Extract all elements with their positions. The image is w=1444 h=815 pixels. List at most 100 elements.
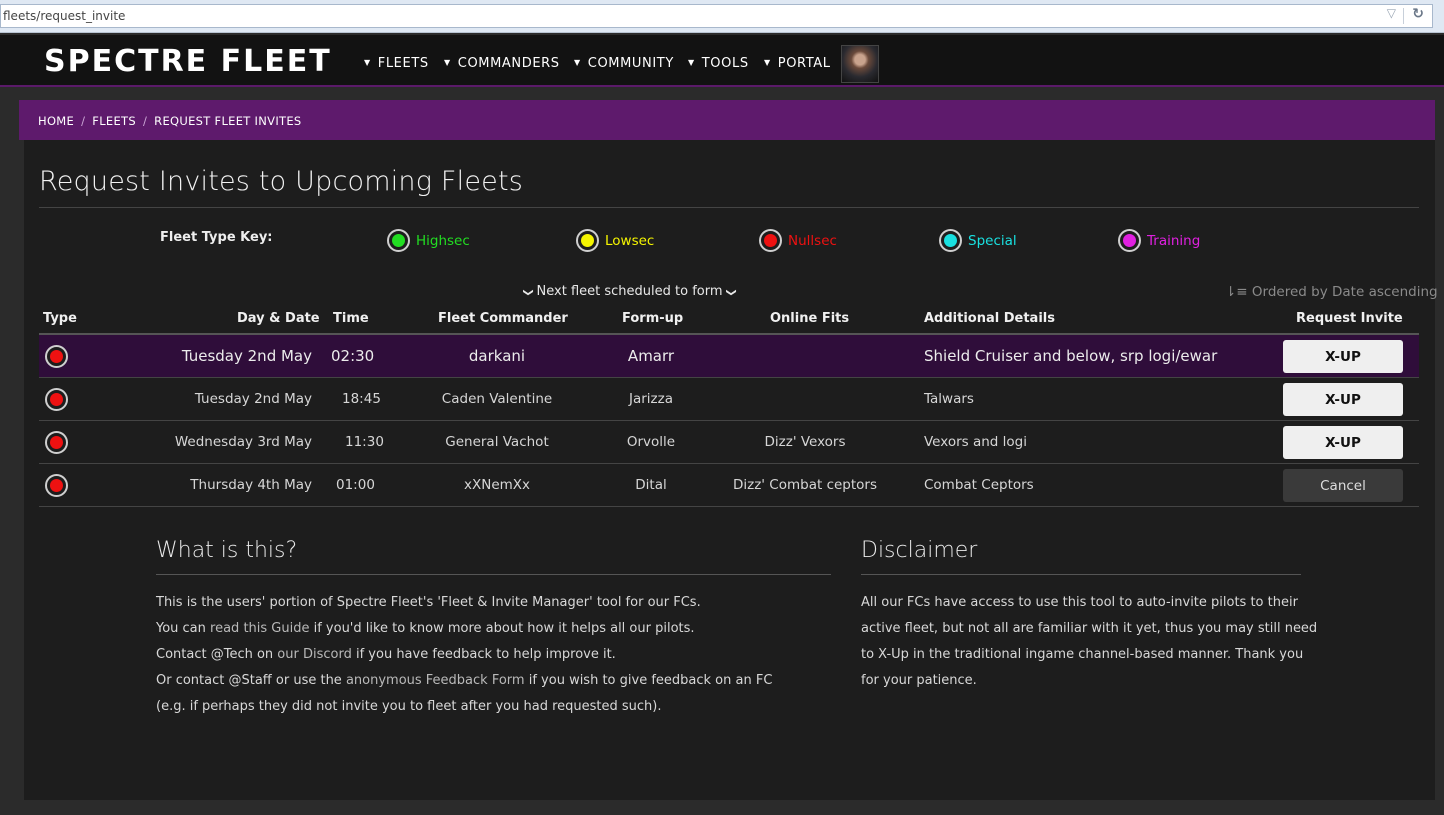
- body-line: for your patience.: [861, 673, 977, 688]
- col-header-type: Type: [43, 311, 77, 326]
- key-lowsec: Lowsec: [576, 229, 654, 252]
- breadcrumb-separator: /: [81, 114, 86, 128]
- site-logo[interactable]: SPECTRE FLEET: [44, 44, 332, 79]
- divider: [1403, 8, 1404, 24]
- nullsec-dot-icon: [759, 229, 782, 252]
- nullsec-dot-icon: [45, 388, 68, 411]
- reload-icon[interactable]: ↻: [1412, 6, 1424, 22]
- breadcrumb-home[interactable]: HOME: [38, 114, 74, 128]
- nullsec-dot-icon: [45, 345, 68, 368]
- highsec-dot-icon: [387, 229, 410, 252]
- browser-address-bar: fleets/request_invite ▽ ↻: [0, 0, 1444, 33]
- body-line: active fleet, but not all are familiar w…: [861, 621, 1318, 636]
- cell-details: Talwars: [924, 391, 974, 407]
- caret-down-icon: ▼: [364, 58, 371, 67]
- caret-down-icon: ▼: [444, 58, 451, 67]
- col-header-date: Day & Date: [237, 311, 320, 326]
- nav-item-community[interactable]: ▼ COMMUNITY: [574, 56, 674, 71]
- avatar[interactable]: [841, 45, 879, 83]
- col-header-invite: Request Invite: [1296, 311, 1403, 326]
- col-header-details: Additional Details: [924, 311, 1055, 326]
- table-row: Wednesday 3rd May 11:30 General Vachot O…: [39, 421, 1419, 464]
- section-divider: [861, 574, 1301, 575]
- cell-fc: xXNemXx: [463, 477, 531, 493]
- caret-down-icon: ▼: [574, 58, 581, 67]
- caret-down-icon: ▼: [764, 58, 771, 67]
- nullsec-dot-icon: [45, 474, 68, 497]
- breadcrumb-separator: /: [142, 114, 148, 128]
- cell-time: 18:45: [342, 391, 381, 407]
- cell-date: Thursday 4th May: [190, 477, 312, 493]
- col-header-formup: Form-up: [622, 311, 684, 326]
- cancel-button[interactable]: Cancel: [1283, 469, 1403, 502]
- table-row: Tuesday 2nd May 18:45 Caden Valentine Ja…: [39, 378, 1419, 421]
- url-field[interactable]: fleets/request_invite ▽ ↻: [0, 4, 1433, 28]
- table-row: Thursday 4th May 01:00 xXNemXx Dital Diz…: [39, 464, 1419, 507]
- cell-fits[interactable]: Dizz' Combat ceptors: [733, 477, 877, 493]
- url-text[interactable]: fleets/request_invite: [3, 9, 125, 23]
- col-header-fits: Online Fits: [770, 311, 850, 326]
- breadcrumb: HOME / FLEETS / REQUEST FLEET INVITES: [38, 114, 302, 128]
- title-divider: [39, 207, 1419, 208]
- sort-order-label[interactable]: ⇂≡ Ordered by Date ascending: [1225, 284, 1438, 300]
- breadcrumb-bar: HOME / FLEETS / REQUEST FLEET INVITES: [19, 100, 1435, 140]
- cell-fc: Caden Valentine: [441, 391, 553, 407]
- breadcrumb-current: REQUEST FLEET INVITES: [154, 114, 302, 128]
- cell-formup: Orvolle: [626, 434, 676, 450]
- breadcrumb-fleets[interactable]: FLEETS: [92, 114, 136, 128]
- caret-down-icon: ▼: [688, 58, 695, 67]
- xup-button[interactable]: X-UP: [1283, 340, 1403, 373]
- cell-details: Shield Cruiser and below, srp logi/ewar: [924, 347, 1218, 365]
- discord-link[interactable]: our Discord: [277, 647, 352, 662]
- nullsec-dot-icon: [45, 431, 68, 454]
- nav-item-fleets[interactable]: ▼ FLEETS: [364, 56, 429, 71]
- body-line: You can read this Guide if you'd like to…: [156, 621, 695, 636]
- disclaimer-body: All our FCs have access to use this tool…: [861, 590, 1317, 694]
- table-row: Tuesday 2nd May 02:30 darkani Amarr Shie…: [39, 335, 1419, 378]
- chevron-down-icon[interactable]: ▽: [1387, 6, 1396, 20]
- nav-item-tools[interactable]: ▼ TOOLS: [688, 56, 749, 71]
- cell-time: 02:30: [331, 347, 375, 365]
- cell-fc: darkani: [468, 347, 526, 365]
- cell-time: 01:00: [336, 477, 375, 493]
- body-line: This is the users' portion of Spectre Fl…: [156, 595, 701, 610]
- next-fleet-link[interactable]: ❯ Next fleet scheduled to form ❯: [522, 284, 737, 299]
- cell-time: 11:30: [345, 434, 384, 450]
- nav-item-commanders[interactable]: ▼ COMMANDERS: [444, 56, 560, 71]
- chevron-down-icon: ❯: [725, 288, 737, 297]
- top-navbar: SPECTRE FLEET ▼ FLEETS ▼ COMMANDERS ▼ COMMU…: [0, 35, 1444, 87]
- body-line: Or contact @Staff or use the anonymous F…: [156, 673, 773, 688]
- chevron-down-icon: ❯: [522, 288, 534, 297]
- cell-formup: Jarizza: [628, 391, 674, 407]
- cell-date: Tuesday 2nd May: [194, 391, 312, 407]
- sort-icon: ⇂≡: [1225, 284, 1248, 300]
- what-is-this-body: This is the users' portion of Spectre Fl…: [156, 590, 772, 720]
- body-line: Contact @Tech on our Discord if you have…: [156, 647, 616, 662]
- fleet-type-key-label: Fleet Type Key:: [160, 230, 273, 245]
- cell-formup: Dital: [635, 477, 667, 493]
- page-title: Request Invites to Upcoming Fleets: [39, 166, 524, 197]
- feedback-form-link[interactable]: anonymous Feedback Form: [346, 673, 525, 688]
- lowsec-dot-icon: [576, 229, 599, 252]
- training-dot-icon: [1118, 229, 1141, 252]
- cell-fc: General Vachot: [445, 434, 549, 450]
- xup-button[interactable]: X-UP: [1283, 426, 1403, 459]
- cell-details: Combat Ceptors: [924, 477, 1034, 493]
- col-header-fc: Fleet Commander: [438, 311, 568, 326]
- section-divider: [156, 574, 831, 575]
- nav-item-portal[interactable]: ▼ PORTAL: [764, 56, 831, 71]
- body-line: All our FCs have access to use this tool…: [861, 595, 1298, 610]
- disclaimer-title: Disclaimer: [861, 538, 978, 563]
- cell-formup: Amarr: [627, 347, 675, 365]
- body-line: to X-Up in the traditional ingame channe…: [861, 647, 1304, 662]
- guide-link[interactable]: read this Guide: [210, 621, 309, 636]
- cell-fits[interactable]: Dizz' Vexors: [765, 434, 846, 450]
- key-training: Training: [1118, 229, 1200, 252]
- xup-button[interactable]: X-UP: [1283, 383, 1403, 416]
- cell-date: Wednesday 3rd May: [174, 434, 312, 450]
- col-header-time: Time: [333, 311, 369, 326]
- special-dot-icon: [939, 229, 962, 252]
- key-nullsec: Nullsec: [759, 229, 837, 252]
- body-line: (e.g. if perhaps they did not invite you…: [156, 699, 662, 714]
- what-is-this-title: What is this?: [156, 538, 298, 563]
